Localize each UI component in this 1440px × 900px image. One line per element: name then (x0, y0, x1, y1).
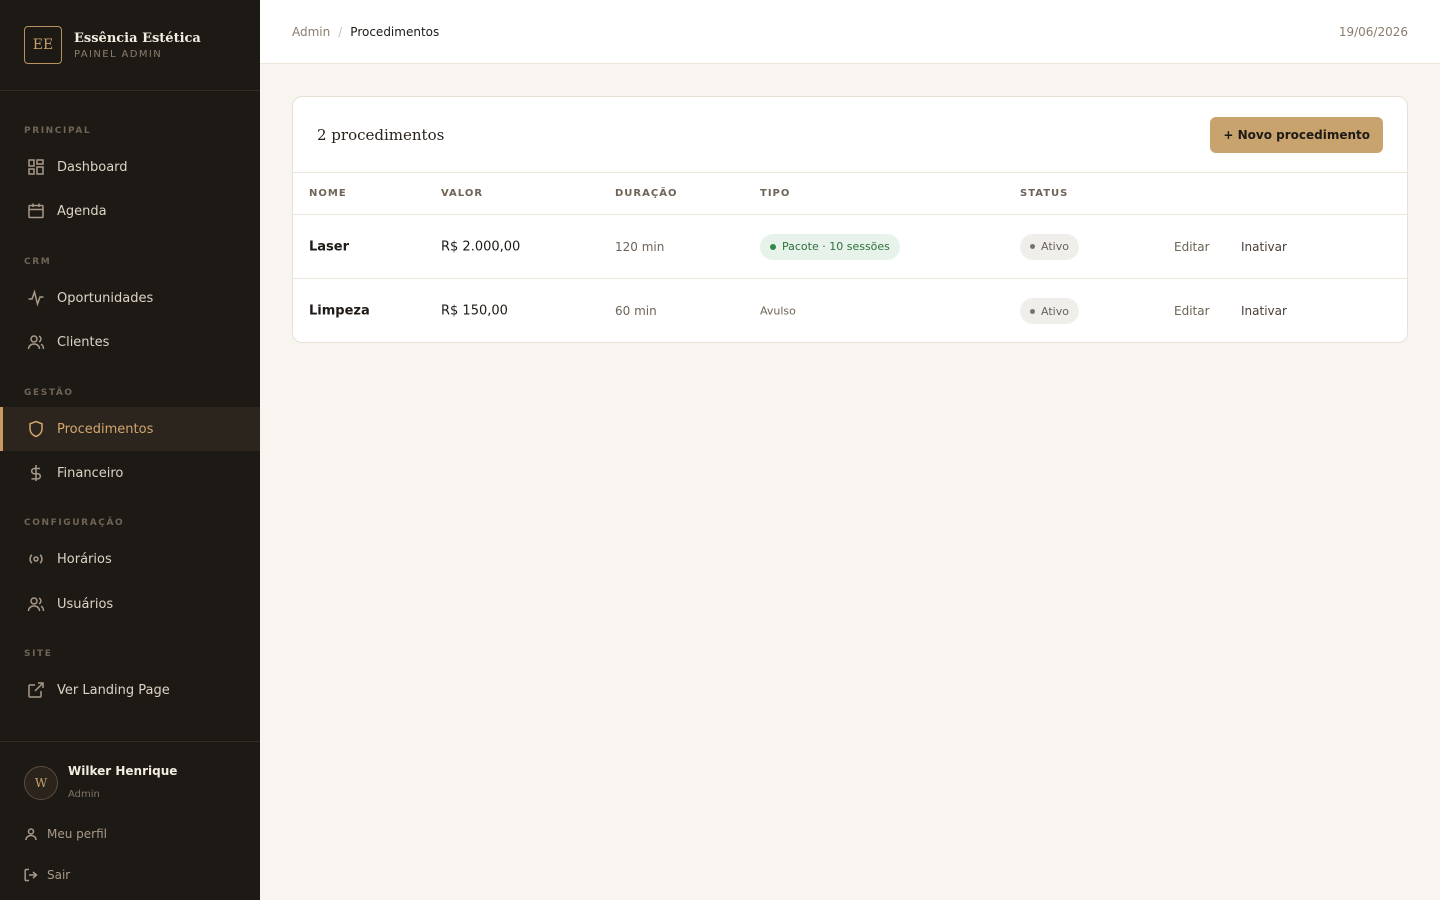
brand: EE Essência Estética PAINEL ADMIN (0, 0, 260, 91)
column-header-valor: VALOR (441, 188, 484, 199)
sidebar-item-dashboard[interactable]: Dashboard (0, 145, 260, 189)
column-header-nome: NOME (309, 188, 347, 199)
user-area: W Wilker Henrique Admin Meu perfil Sair (0, 741, 260, 900)
procedure-value: R$ 2.000,00 (441, 239, 521, 254)
sidebar-item-label: Ver Landing Page (57, 682, 170, 698)
procedure-type-badge: Pacote · 10 sessões (760, 233, 900, 260)
brand-logo: EE (24, 26, 62, 64)
procedure-duration: 60 min (615, 304, 657, 318)
sidebar-item-usuarios[interactable]: Usuários (0, 582, 260, 626)
procedure-type: Pacote · 10 sessões (782, 240, 890, 253)
column-header-duracao: DURAÇÃO (615, 188, 678, 199)
header-date: 19/06/2026 (1338, 24, 1408, 39)
brand-subtitle: PAINEL ADMIN (74, 48, 163, 60)
shield-icon (29, 420, 43, 438)
deactivate-button[interactable]: Inativar (1241, 240, 1287, 254)
section-title-gestao: GESTÃO (24, 388, 74, 398)
section-title-crm: CRM (24, 257, 52, 267)
sidebar-item-label: Financeiro (57, 465, 124, 481)
table-header: NOME VALOR DURAÇÃO TIPO STATUS (293, 173, 1407, 215)
status-badge: Ativo (1020, 298, 1079, 324)
section-title-site: SITE (24, 649, 53, 659)
column-header-status: STATUS (1020, 188, 1069, 199)
sidebar-item-horarios[interactable]: Horários (0, 537, 260, 581)
card-title: 2 procedimentos (317, 125, 445, 144)
user-role: Admin (68, 789, 100, 800)
edit-button[interactable]: Editar (1174, 304, 1210, 318)
profile-link[interactable]: Meu perfil (24, 827, 107, 841)
sidebar-item-label: Dashboard (57, 159, 128, 175)
logout-link-label: Sair (47, 868, 71, 882)
procedure-value: R$ 150,00 (441, 303, 508, 319)
sidebar-item-landing-page[interactable]: Ver Landing Page (0, 668, 260, 712)
status-label: Ativo (1041, 304, 1069, 318)
status-dot (770, 243, 776, 250)
radio-icon (29, 554, 43, 564)
external-link-icon (28, 682, 44, 698)
status-dot (1030, 308, 1035, 314)
breadcrumb-separator: / (338, 24, 343, 39)
dollar-icon (31, 465, 41, 481)
activity-icon (28, 289, 44, 307)
grid-icon (28, 159, 44, 175)
new-procedure-button[interactable]: + Novo procedimento (1210, 116, 1383, 153)
breadcrumb-current: Procedimentos (350, 24, 440, 39)
sidebar-item-label: Clientes (57, 334, 110, 350)
table-row: Limpeza R$ 150,00 60 min Avulso Ativo Ed… (293, 279, 1407, 342)
sidebar-item-label: Procedimentos (57, 421, 154, 437)
users-icon (27, 335, 45, 350)
calendar-icon (28, 203, 44, 219)
procedure-type: Avulso (760, 304, 796, 318)
user-icon (25, 828, 37, 841)
edit-button[interactable]: Editar (1174, 240, 1210, 254)
sidebar-item-label: Horários (57, 551, 112, 567)
procedure-duration: 120 min (615, 239, 665, 254)
sidebar-item-label: Oportunidades (57, 290, 154, 306)
sidebar: EE Essência Estética PAINEL ADMIN PRINCI… (0, 0, 260, 900)
profile-link-label: Meu perfil (47, 827, 107, 841)
user-name: Wilker Henrique (68, 764, 178, 778)
sidebar-item-financeiro[interactable]: Financeiro (0, 451, 260, 495)
users-icon (27, 597, 45, 612)
deactivate-button[interactable]: Inativar (1241, 304, 1287, 318)
section-title-configuracao: CONFIGURAÇÃO (24, 518, 125, 528)
brand-name: Essência Estética (74, 30, 201, 46)
sidebar-item-label: Agenda (57, 203, 107, 219)
topbar: Admin / Procedimentos 19/06/2026 (260, 0, 1440, 64)
sidebar-item-oportunidades[interactable]: Oportunidades (0, 276, 260, 320)
procedures-card: 2 procedimentos + Novo procedimento NOME… (292, 96, 1408, 343)
section-title-principal: PRINCIPAL (24, 126, 92, 136)
avatar: W (24, 766, 58, 800)
sidebar-item-procedimentos[interactable]: Procedimentos (0, 407, 260, 451)
logout-icon (24, 868, 38, 882)
breadcrumb-root[interactable]: Admin (292, 25, 330, 39)
procedure-name: Limpeza (309, 303, 370, 319)
status-label: Ativo (1041, 240, 1069, 253)
sidebar-item-clientes[interactable]: Clientes (0, 320, 260, 364)
status-dot (1030, 244, 1035, 249)
sidebar-item-agenda[interactable]: Agenda (0, 189, 260, 233)
logout-link[interactable]: Sair (24, 868, 70, 882)
procedure-name: Laser (309, 239, 350, 254)
table-row: Laser R$ 2.000,00 120 min Pacote · 10 se… (293, 215, 1407, 279)
status-badge: Ativo (1020, 233, 1079, 260)
column-header-tipo: TIPO (760, 188, 791, 199)
sidebar-item-label: Usuários (57, 596, 114, 612)
